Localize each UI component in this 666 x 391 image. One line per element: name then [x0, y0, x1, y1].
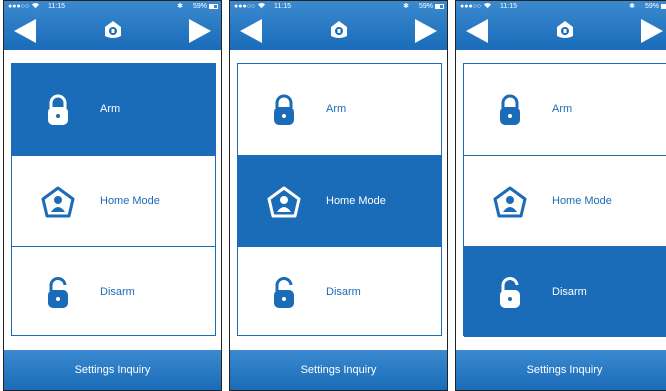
disarm-label: Disarm: [552, 286, 587, 298]
house-person-icon: [266, 184, 302, 220]
battery-icon: [209, 4, 218, 9]
forward-arrow-icon[interactable]: [415, 19, 437, 43]
house-person-icon: [492, 184, 528, 220]
disarm-option[interactable]: Disarm: [464, 246, 666, 337]
back-arrow-icon[interactable]: [14, 19, 36, 43]
battery-percent: 59%: [644, 3, 659, 10]
wifi-icon: [483, 1, 492, 14]
mode-panel: Arm Home Mode Disarm: [463, 63, 666, 337]
battery-percent: 59%: [192, 3, 207, 10]
unlocked-padlock-icon: [492, 275, 528, 311]
battery-percent: 59%: [418, 3, 433, 10]
unlocked-padlock-icon: [40, 275, 76, 311]
status-time: 11:15: [274, 3, 291, 10]
arm-label: Arm: [552, 103, 573, 115]
house-shield-logo-icon: [329, 20, 349, 40]
home-mode-label: Home Mode: [326, 195, 386, 207]
wifi-icon: [257, 1, 266, 14]
bluetooth-icon: ✱: [177, 3, 183, 10]
arm-option[interactable]: Arm: [464, 64, 666, 155]
arm-option[interactable]: Arm: [238, 64, 441, 155]
disarm-label: Disarm: [326, 286, 361, 298]
home-mode-label: Home Mode: [552, 195, 612, 207]
status-time: 11:15: [48, 3, 65, 10]
phone-screen: ●●●○○ 11:15 ✱ 59% Arm Home Mode Disarm S…: [229, 0, 448, 391]
mode-panel: Arm Home Mode Disarm: [237, 63, 442, 336]
phone-screen: ●●●○○ 11:15 ✱ 59% Arm Home Mode Disarm S…: [3, 0, 222, 391]
status-bar: ●●●○○ 11:15 ✱ 59%: [230, 1, 447, 13]
status-time: 11:15: [500, 3, 517, 10]
home-mode-option[interactable]: Home Mode: [12, 155, 215, 246]
settings-inquiry-button[interactable]: Settings Inquiry: [230, 350, 447, 390]
status-bar: ●●●○○ 11:15 ✱ 59%: [456, 1, 666, 13]
battery-icon: [661, 4, 666, 9]
locked-padlock-icon: [40, 92, 76, 128]
bluetooth-icon: ✱: [629, 3, 635, 10]
mode-panel: Arm Home Mode Disarm: [11, 63, 216, 336]
phone-screen: ●●●○○ 11:15 ✱ 59% Arm Home Mode Disarm S…: [455, 0, 666, 391]
settings-inquiry-button[interactable]: Settings Inquiry: [456, 350, 666, 390]
home-mode-option[interactable]: Home Mode: [464, 155, 666, 246]
battery-icon: [435, 4, 444, 9]
header-bar: ●●●○○ 11:15 ✱ 59%: [4, 1, 221, 50]
header-bar: ●●●○○ 11:15 ✱ 59%: [230, 1, 447, 50]
signal-strength: ●●●○○: [234, 3, 256, 10]
forward-arrow-icon[interactable]: [641, 19, 663, 43]
arm-label: Arm: [326, 103, 347, 115]
settings-inquiry-button[interactable]: Settings Inquiry: [4, 350, 221, 390]
locked-padlock-icon: [492, 92, 528, 128]
house-person-icon: [40, 184, 76, 220]
bluetooth-icon: ✱: [403, 3, 409, 10]
home-mode-label: Home Mode: [100, 195, 160, 207]
house-shield-logo-icon: [555, 20, 575, 40]
disarm-option[interactable]: Disarm: [12, 246, 215, 337]
unlocked-padlock-icon: [266, 275, 302, 311]
signal-strength: ●●●○○: [8, 3, 30, 10]
disarm-label: Disarm: [100, 286, 135, 298]
arm-option[interactable]: Arm: [12, 64, 215, 155]
disarm-option[interactable]: Disarm: [238, 246, 441, 337]
header-bar: ●●●○○ 11:15 ✱ 59%: [456, 1, 666, 50]
house-shield-logo-icon: [103, 20, 123, 40]
wifi-icon: [31, 1, 40, 14]
status-bar: ●●●○○ 11:15 ✱ 59%: [4, 1, 221, 13]
home-mode-option[interactable]: Home Mode: [238, 155, 441, 246]
back-arrow-icon[interactable]: [240, 19, 262, 43]
back-arrow-icon[interactable]: [466, 19, 488, 43]
forward-arrow-icon[interactable]: [189, 19, 211, 43]
arm-label: Arm: [100, 103, 121, 115]
signal-strength: ●●●○○: [460, 3, 482, 10]
locked-padlock-icon: [266, 92, 302, 128]
